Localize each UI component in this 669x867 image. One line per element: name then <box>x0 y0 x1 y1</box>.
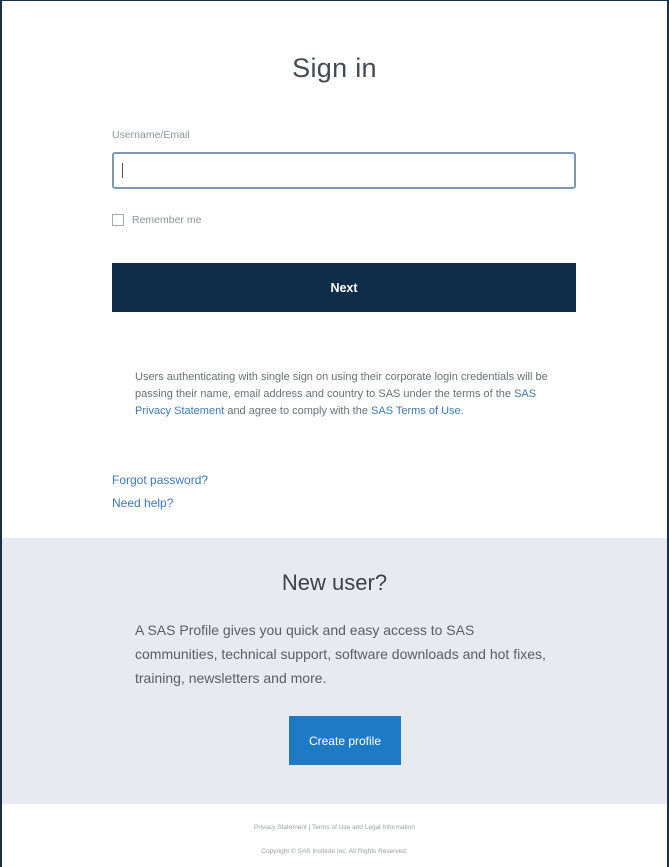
remember-me-row[interactable]: Remember me <box>112 214 201 226</box>
username-label: Username/Email <box>112 129 190 141</box>
need-help-link[interactable]: Need help? <box>112 496 173 510</box>
copyright-text: Copyright © SAS Institute Inc. All Right… <box>261 848 408 855</box>
sign-in-page: Sign in Username/Email Remember me Next … <box>0 0 669 867</box>
sso-text-part-1: Users authenticating with single sign on… <box>135 371 548 400</box>
remember-me-checkbox[interactable] <box>112 214 124 226</box>
page-footer: Privacy Statement | Terms of Use and Leg… <box>2 804 667 867</box>
text-cursor <box>122 163 123 178</box>
sso-text-part-2: and agree to comply with the <box>224 405 372 417</box>
next-button[interactable]: Next <box>112 263 576 312</box>
terms-of-use-link[interactable]: SAS Terms of Use <box>371 405 461 417</box>
new-user-description: A SAS Profile gives you quick and easy a… <box>135 622 546 686</box>
forgot-password-link[interactable]: Forgot password? <box>112 473 208 487</box>
new-user-title: New user? <box>281 570 388 595</box>
page-title: Sign in <box>292 53 377 83</box>
footer-privacy-link[interactable]: Privacy Statement <box>254 824 307 831</box>
footer-terms-link[interactable]: Terms of Use and Legal Information <box>312 824 415 831</box>
remember-me-label[interactable]: Remember me <box>132 214 201 226</box>
sso-disclaimer: Users authenticating with single sign on… <box>135 369 555 420</box>
footer-links: Privacy Statement | Terms of Use and Leg… <box>2 824 667 831</box>
sso-text-part-3: . <box>460 405 464 417</box>
username-input[interactable] <box>112 152 576 189</box>
create-profile-button[interactable]: Create profile <box>289 716 401 765</box>
new-user-panel: New user? A SAS Profile gives you quick … <box>2 538 667 804</box>
sign-in-panel: Sign in Username/Email Remember me Next … <box>2 1 667 538</box>
